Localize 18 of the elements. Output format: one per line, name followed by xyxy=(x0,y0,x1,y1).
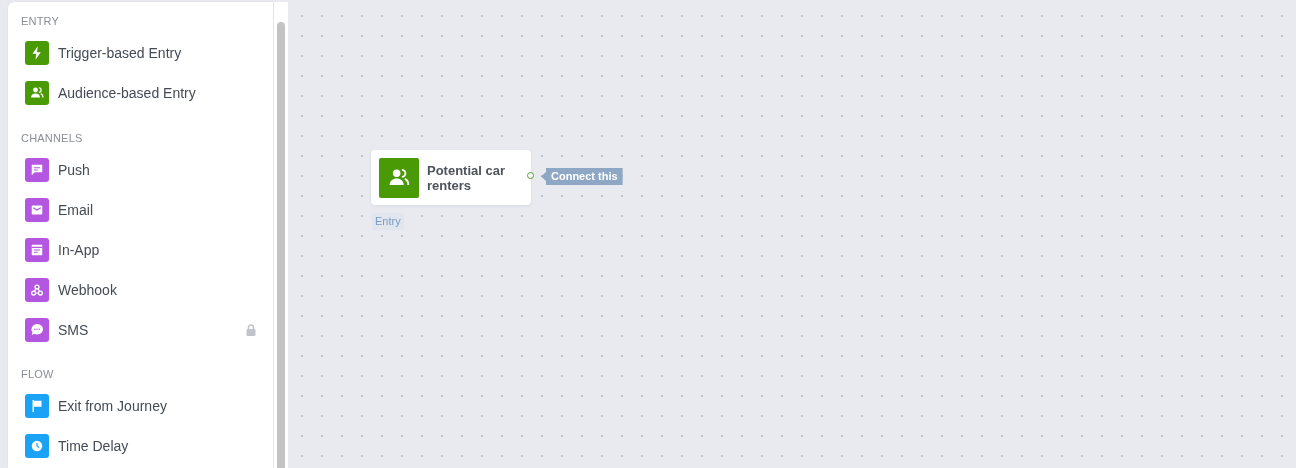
connector-port[interactable] xyxy=(527,172,534,179)
palette-item[interactable]: Webhook xyxy=(8,270,273,310)
journey-node[interactable]: Potential car renters xyxy=(371,150,531,205)
scrollbar-thumb[interactable] xyxy=(277,22,285,468)
palette-item[interactable]: In-App xyxy=(8,230,273,270)
node-title: Potential car renters xyxy=(427,162,507,193)
palette-item[interactable]: SMS xyxy=(8,310,273,350)
palette-item[interactable]: Push xyxy=(8,150,273,190)
section-heading: CHANNELS xyxy=(20,131,84,146)
palette-item[interactable]: Trigger-based Entry xyxy=(8,33,273,73)
connect-tooltip: Connect this xyxy=(541,168,623,185)
section-heading: ENTRY xyxy=(20,14,61,29)
palette-item[interactable]: Time Delay xyxy=(8,426,273,466)
node-tag: Entry xyxy=(372,213,404,230)
palette-item[interactable]: Audience-based Entry xyxy=(8,73,273,113)
palette-item[interactable]: Email xyxy=(8,190,273,230)
section-heading: FLOW xyxy=(20,367,55,382)
palette-item[interactable]: Exit from Journey xyxy=(8,386,273,426)
